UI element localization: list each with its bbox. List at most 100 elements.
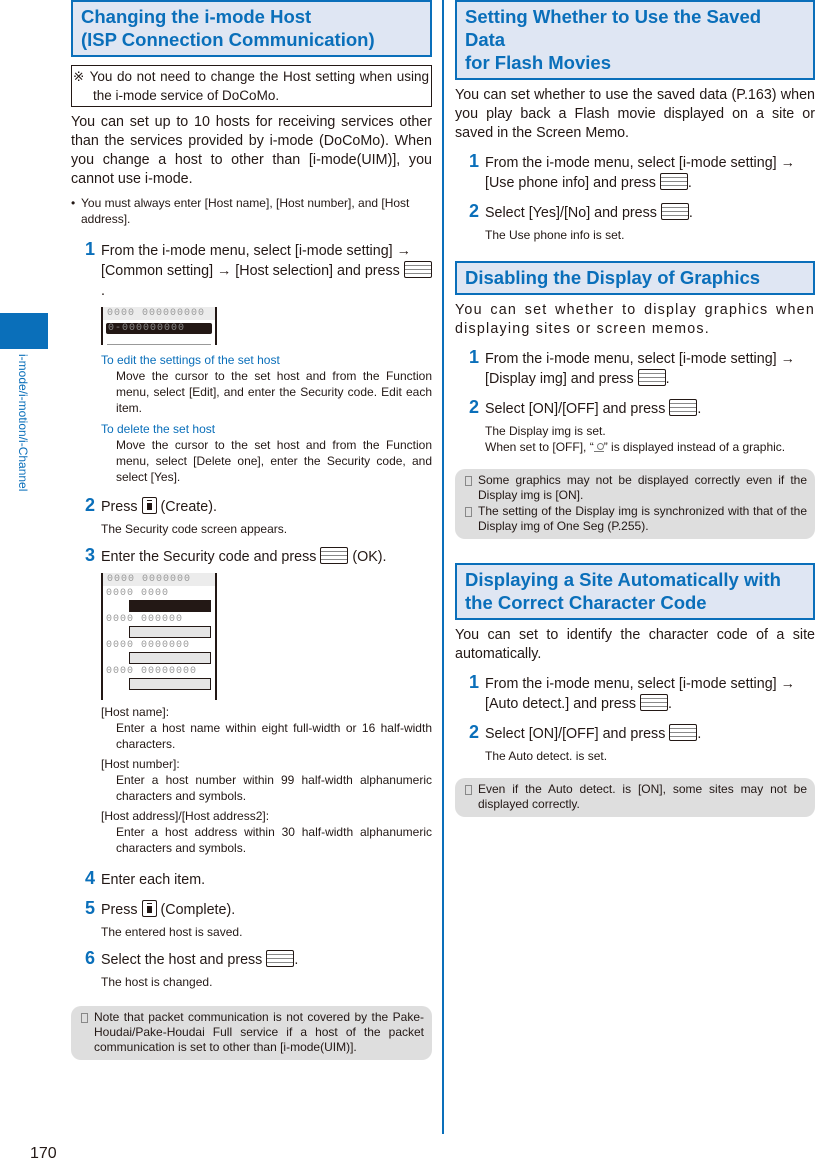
note-box: Some graphics may not be displayed corre… [455,469,815,539]
menu-key-icon [660,203,689,220]
intro-text: You can set whether to display graphics … [455,302,815,337]
definition-body: Enter a host name within eight full-widt… [116,721,432,751]
definition-term: [Host address]/[Host address2]: [101,809,270,823]
delete-subheading: To delete the set host [101,422,216,436]
step-result: The Display img is set. [485,424,606,438]
step-text: Select [ON]/[OFF] and press [485,401,666,417]
step-suffix: . [688,205,693,221]
step-number: 4 [85,868,96,888]
step-text: From the i-mode menu, select [i-mode set… [485,155,795,191]
menu-key-icon [637,369,666,386]
step-result: The Auto detect. is set. [485,749,608,763]
step-number: 2 [469,722,480,742]
step-2: 2 Press (Create). The Security code scre… [71,495,432,537]
step-text: Press [101,499,138,515]
step-3: 3 Enter the Security code and press (OK)… [71,545,432,856]
screen-header: 0000 000000000 [103,307,215,320]
note-box: Even if the Auto detect. is [ON], some s… [455,778,815,817]
step-number: 1 [469,347,480,367]
notice-box: ※ You do not need to change the Host set… [71,65,432,107]
step-suffix: (Create). [160,499,217,515]
field-label: 0000 00000000 [106,666,198,677]
step-text: Press [101,902,138,918]
menu-key-icon [640,694,668,711]
step-5: 5 Press (Complete). The entered host is … [71,898,432,940]
menu-key-icon [320,547,349,564]
title-line: Changing the i-mode Host [81,6,312,27]
step-2: 2 Select [ON]/[OFF] and press . The Auto… [455,722,815,764]
text-segment: ” is displayed instead of a graphic. [603,440,786,454]
step-result: The Security code screen appears. [101,522,288,536]
definition-body: Enter a host number within 99 half-width… [116,773,432,803]
host-name-field [129,600,211,612]
step-text: Select [Yes]/[No] and press [485,205,657,221]
step-number: 2 [85,495,96,515]
right-column: Setting Whether to Use the Saved Data fo… [455,0,815,817]
column-divider [442,0,444,1134]
menu-key-icon [669,724,698,741]
title-line: Setting Whether to Use the Saved Data [465,6,762,50]
bullet-item: You must always enter [Host name], [Host… [71,195,432,227]
step-text: From the i-mode menu, select [i-mode set… [101,243,411,279]
step-suffix: . [101,283,105,299]
step-number: 3 [85,545,96,565]
menu-key-icon [659,173,688,190]
field-label: 0000 0000 [106,588,170,599]
section-title-change-host: Changing the i-mode Host (ISP Connection… [71,0,432,57]
step-1: 1 From the i-mode menu, select [i-mode s… [455,151,815,193]
phone-screen-host-form: 0000 0000000 0000 0000 0000 000000 0000 … [101,573,217,700]
phone-screen-host-list: 0000 000000000 0-000000000 [101,307,217,345]
step-number: 5 [85,898,96,918]
page-number: 170 [30,1145,57,1162]
step-suffix: (OK). [352,549,387,565]
step-result: The entered host is saved. [101,925,243,939]
step-6: 6 Select the host and press . The host i… [71,948,432,990]
step-number: 1 [85,239,96,259]
step-text: Enter each item. [101,872,206,888]
step-result: The Use phone info is set. [485,228,625,242]
image-placeholder-icon [593,443,604,452]
definition-term: [Host number]: [101,757,180,771]
host-number-field [129,626,211,638]
step-suffix: . [697,401,702,417]
intro-text: You can set up to 10 hosts for receiving… [71,114,432,187]
note-box: Note that packet communication is not co… [71,1006,432,1060]
field-label: 0000 000000 [106,614,184,625]
step-4: 4 Enter each item. [71,868,432,890]
i-mode-key-icon [141,900,157,917]
step-text: Select the host and press [101,952,263,968]
menu-key-icon [403,261,432,278]
step-suffix: (Complete). [160,902,236,918]
step-1: 1 From the i-mode menu, select [i-mode s… [455,672,815,714]
text-segment: When set to [OFF], “ [485,440,594,454]
note-item: The setting of the Display img is synchr… [463,504,807,534]
i-mode-key-icon [141,497,157,514]
step-2: 2 Select [ON]/[OFF] and press . The Disp… [455,397,815,455]
host-address-field [129,652,211,664]
screen-header: 0000 0000000 [103,573,215,586]
title-line: the Correct Character Code [465,592,707,613]
intro-text: You can set whether to use the saved dat… [455,87,815,141]
step-suffix: . [294,952,299,968]
title-line: Displaying a Site Automatically with [465,569,781,590]
step-number: 2 [469,201,480,221]
step-suffix: . [687,175,692,191]
step-number: 6 [85,948,96,968]
edit-subheading: To edit the settings of the set host [101,353,280,367]
step-suffix: . [668,696,672,712]
note-item: Even if the Auto detect. is [ON], some s… [463,782,807,812]
section-title-auto-detect: Displaying a Site Automatically with the… [455,563,815,620]
left-column: Changing the i-mode Host (ISP Connection… [71,0,432,1060]
section-title-disable-graphics: Disabling the Display of Graphics [455,261,815,295]
screen-selected-item: 0-000000000 [106,323,212,334]
definition-term: [Host name]: [101,705,170,719]
step-number: 1 [469,672,480,692]
delete-description: Move the cursor to the set host and from… [116,438,432,484]
chapter-label: i-mode/i-motion/i-Channel [16,354,30,492]
note-item: Some graphics may not be displayed corre… [463,473,807,503]
host-address2-field [129,678,211,690]
edit-description: Move the cursor to the set host and from… [116,369,432,415]
definition-body: Enter a host address within 30 half-widt… [116,825,432,855]
step-result: The host is changed. [101,975,213,989]
step-1: 1 From the i-mode menu, select [i-mode s… [71,239,432,485]
